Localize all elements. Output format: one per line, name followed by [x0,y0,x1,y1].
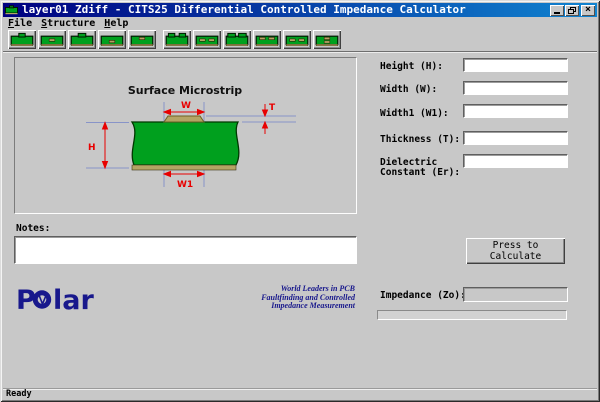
offset-stripline-icon [100,32,124,48]
dimension-t-label: T [269,103,276,113]
structure-diagram-panel: Surface Microstrip [14,57,357,214]
diff-stripline-icon [285,32,309,48]
toolbar-button-broadside-stripline[interactable] [313,30,341,49]
toolbar-button-embedded-microstrip[interactable] [38,30,66,49]
embedded-microstrip-icon [40,32,64,48]
toolbar-button-diff-surface-microstrip[interactable] [163,30,191,49]
toolbar-button-diff-stripline[interactable] [283,30,311,49]
status-text: Ready [6,389,32,399]
height-label: Height (H): [380,62,443,72]
menu-help-label: elp [110,18,128,29]
minimize-button[interactable] [550,5,564,16]
notes-label: Notes: [16,224,50,234]
menu-help[interactable]: Help [104,18,128,29]
restore-icon [568,7,576,14]
dielectric-board [132,122,239,165]
er-label: Dielectric Constant (Er): [380,158,460,178]
brand-tagline: World Leaders in PCB Faultfinding and Co… [179,285,355,311]
diff-coated-microstrip-icon [225,32,249,48]
er-input[interactable] [463,154,568,168]
height-input[interactable] [463,58,568,72]
toolbar-button-stripline[interactable] [128,30,156,49]
trace [164,116,204,122]
notes-textarea[interactable] [14,236,357,264]
menu-structure-label: tructure [47,18,95,29]
menu-file-label: ile [14,18,32,29]
coated-microstrip-icon [70,32,94,48]
surface-microstrip-icon [10,32,34,48]
application-window: layer01 Zdiff - CITS25 Differential Cont… [0,0,600,402]
dimension-w1 [164,172,204,177]
width-input[interactable] [463,81,568,95]
toolbar-button-diff-coated-microstrip[interactable] [223,30,251,49]
toolbar-button-offset-stripline[interactable] [98,30,126,49]
tagline-line: Impedance Measurement [179,302,355,311]
ground-plane [132,165,236,170]
diagram-title: Surface Microstrip [128,84,242,97]
dimension-w-label: W [181,101,191,111]
width1-input[interactable] [463,104,568,118]
menu-structure[interactable]: Structure [41,18,95,29]
thickness-input[interactable] [463,131,568,145]
menu-file[interactable]: File [8,18,32,29]
toolbar-button-surface-microstrip[interactable] [8,30,36,49]
dimension-w1-label: W1 [177,180,193,190]
toolbar [3,29,597,51]
logo-text-lar: lar [53,285,94,314]
status-bar: Ready [3,388,597,400]
client-area: Surface Microstrip [3,51,597,389]
close-button[interactable]: × [581,5,595,16]
menu-bar: File Structure Help [3,17,597,29]
diff-surface-microstrip-icon [165,32,189,48]
window-title: layer01 Zdiff - CITS25 Differential Cont… [22,3,466,17]
surface-microstrip-diagram: Surface Microstrip [15,58,354,211]
dimension-h [103,123,108,169]
width1-label: Width1 (W1): [380,109,449,119]
diff-embedded-microstrip-icon [195,32,219,48]
dimension-t [263,104,268,134]
toolbar-button-diff-offset-stripline[interactable] [253,30,281,49]
close-icon: × [585,5,591,15]
dimension-h-label: H [88,143,96,153]
minimize-icon [554,12,560,14]
impedance-label: Impedance (Zo): [380,291,466,301]
app-icon [5,5,18,15]
restore-button[interactable] [565,5,579,16]
polar-logo: P lar [16,282,98,314]
window-controls: × [549,5,596,16]
toolbar-button-coated-microstrip[interactable] [68,30,96,49]
calculate-button[interactable]: Press to Calculate [466,238,565,264]
stripline-icon [130,32,154,48]
broadside-stripline-icon [315,32,339,48]
diff-offset-stripline-icon [255,32,279,48]
thickness-label: Thickness (T): [380,135,460,145]
impedance-output [463,287,568,302]
title-bar: layer01 Zdiff - CITS25 Differential Cont… [3,3,597,17]
progress-bar [377,310,567,320]
toolbar-button-diff-embedded-microstrip[interactable] [193,30,221,49]
width-label: Width (W): [380,85,437,95]
